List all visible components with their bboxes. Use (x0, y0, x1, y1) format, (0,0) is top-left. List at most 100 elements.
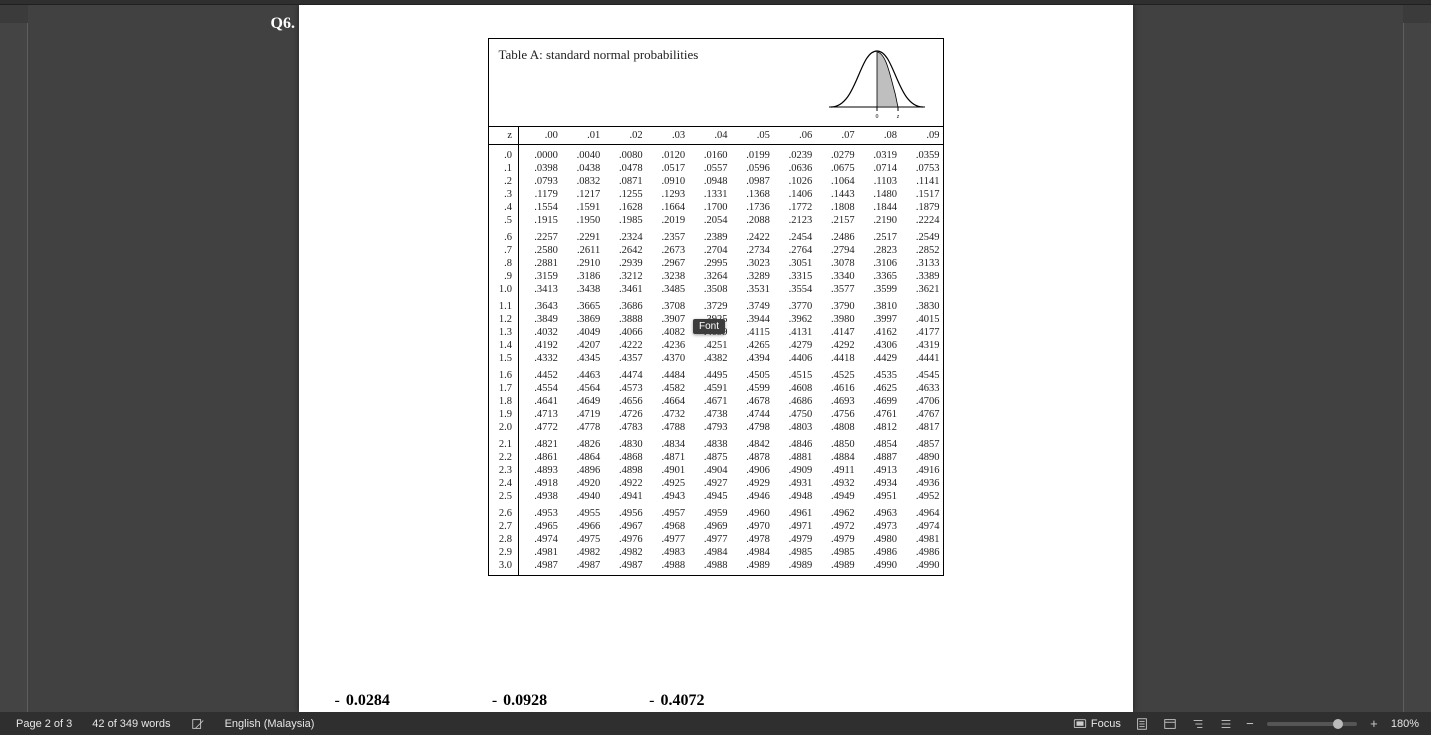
z-cell: .4306 (858, 339, 900, 352)
z-cell: .4945 (688, 490, 730, 503)
z-row-label: .7 (489, 244, 519, 257)
z-cell: .1064 (815, 175, 857, 188)
z-row-label: 1.1 (489, 296, 519, 313)
z-cell: .4968 (646, 520, 688, 533)
z-cell: .1985 (603, 214, 645, 227)
z-cell: .2673 (646, 244, 688, 257)
z-cell: .1628 (603, 201, 645, 214)
table-row: .8.2881.2910.2939.2967.2995.3023.3051.30… (489, 257, 943, 270)
z-cell: .3944 (730, 313, 772, 326)
z-cell: .4115 (730, 326, 772, 339)
z-cell: .1406 (773, 188, 815, 201)
z-cell: .0199 (730, 145, 772, 163)
focus-mode-button[interactable]: Focus (1069, 715, 1125, 733)
zoom-in-button[interactable]: + (1367, 717, 1381, 731)
z-cell: .4984 (730, 546, 772, 559)
z-cell: .3365 (858, 270, 900, 283)
z-cell: .3133 (900, 257, 942, 270)
z-cell: .0675 (815, 162, 857, 175)
draft-icon (1219, 717, 1233, 731)
z-row-label: 1.5 (489, 352, 519, 365)
status-page[interactable]: Page 2 of 3 (12, 716, 76, 732)
z-cell: .4429 (858, 352, 900, 365)
z-cell: .4656 (603, 395, 645, 408)
z-cell: .4032 (519, 326, 561, 339)
table-row: 1.3.4032.4049.4066.4082.4099.4115.4131.4… (489, 326, 943, 339)
view-outline-button[interactable] (1187, 715, 1209, 733)
z-cell: .3790 (815, 296, 857, 313)
z-cell: .2486 (815, 227, 857, 244)
z-cell: .1700 (688, 201, 730, 214)
z-cell: .4772 (519, 421, 561, 434)
z-cell: .4222 (603, 339, 645, 352)
z-row-label: .4 (489, 201, 519, 214)
vertical-ruler-left[interactable] (0, 5, 28, 712)
z-cell: .4984 (688, 546, 730, 559)
z-cell: .3599 (858, 283, 900, 296)
view-print-layout-button[interactable] (1131, 715, 1153, 733)
z-cell: .4826 (561, 434, 603, 451)
z-cell: .4906 (730, 464, 772, 477)
z-cell: .4988 (646, 559, 688, 575)
z-cell: .3186 (561, 270, 603, 283)
view-web-layout-button[interactable] (1159, 715, 1181, 733)
z-cell: .3962 (773, 313, 815, 326)
z-cell: .3238 (646, 270, 688, 283)
z-cell: .4686 (773, 395, 815, 408)
z-cell: .1517 (900, 188, 942, 201)
z-row-label: 1.8 (489, 395, 519, 408)
table-row: .6.2257.2291.2324.2357.2389.2422.2454.24… (489, 227, 943, 244)
z-cell: .4382 (688, 352, 730, 365)
z-cell: .2642 (603, 244, 645, 257)
z-cell: .2019 (646, 214, 688, 227)
z-cell: .4641 (519, 395, 561, 408)
z-cell: .4913 (858, 464, 900, 477)
z-table-header-col: .02 (603, 127, 645, 145)
z-cell: .3340 (815, 270, 857, 283)
z-cell: .4515 (773, 365, 815, 382)
document-page[interactable]: Table A: standard normal probabilities 0 (299, 5, 1133, 712)
status-proofing[interactable] (187, 715, 209, 733)
table-row: .0.0000.0040.0080.0120.0160.0199.0239.02… (489, 145, 943, 163)
page-area[interactable]: Q6. For a standard normal distribution, … (28, 5, 1403, 712)
status-word-count[interactable]: 42 of 349 words (88, 716, 174, 732)
z-row-label: 1.4 (489, 339, 519, 352)
z-cell: .4940 (561, 490, 603, 503)
z-cell: .4803 (773, 421, 815, 434)
vertical-ruler-right[interactable] (1403, 5, 1431, 712)
zoom-slider-thumb[interactable] (1333, 719, 1343, 729)
z-cell: .4861 (519, 451, 561, 464)
z-cell: .3413 (519, 283, 561, 296)
z-cell: .3461 (603, 283, 645, 296)
z-cell: .1844 (858, 201, 900, 214)
z-cell: .2389 (688, 227, 730, 244)
status-language[interactable]: English (Malaysia) (221, 716, 319, 732)
zoom-slider[interactable] (1267, 722, 1357, 726)
z-cell: .4821 (519, 434, 561, 451)
table-row: 1.5.4332.4345.4357.4370.4382.4394.4406.4… (489, 352, 943, 365)
z-row-label: 2.1 (489, 434, 519, 451)
table-row: 2.8.4974.4975.4976.4977.4977.4978.4979.4… (489, 533, 943, 546)
z-cell: .4452 (519, 365, 561, 382)
table-row: 2.3.4893.4896.4898.4901.4904.4906.4909.4… (489, 464, 943, 477)
z-cell: .4713 (519, 408, 561, 421)
z-cell: .4955 (561, 503, 603, 520)
z-cell: .0040 (561, 145, 603, 163)
z-table-header-col: .07 (815, 127, 857, 145)
focus-label: Focus (1091, 718, 1121, 730)
z-row-label: 1.0 (489, 283, 519, 296)
z-cell: .4909 (773, 464, 815, 477)
z-row-label: 2.6 (489, 503, 519, 520)
z-cell: .4049 (561, 326, 603, 339)
z-cell: .4671 (688, 395, 730, 408)
z-cell: .2881 (519, 257, 561, 270)
z-cell: .4082 (646, 326, 688, 339)
z-cell: .4976 (603, 533, 645, 546)
z-cell: .4854 (858, 434, 900, 451)
zoom-level[interactable]: 180% (1387, 716, 1423, 732)
view-draft-button[interactable] (1215, 715, 1237, 733)
zoom-out-button[interactable]: − (1243, 717, 1257, 731)
z-cell: .3810 (858, 296, 900, 313)
z-cell: .0239 (773, 145, 815, 163)
z-cell: .3708 (646, 296, 688, 313)
